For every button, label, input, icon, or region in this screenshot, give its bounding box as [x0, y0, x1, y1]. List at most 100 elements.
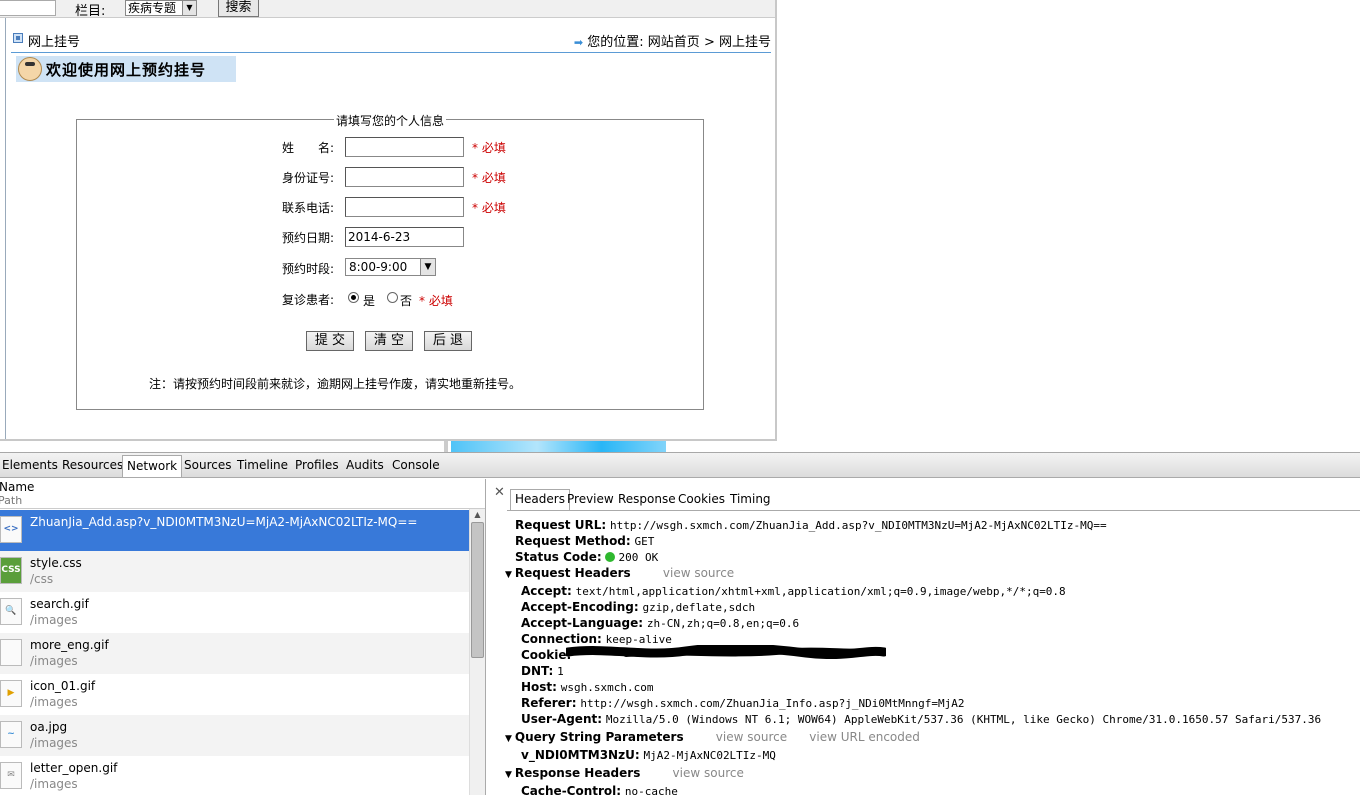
header-value: http://wsgh.sxmch.com/ZhuanJia_Info.asp?… — [580, 697, 965, 710]
tab-headers[interactable]: Headers — [510, 489, 570, 510]
request-row[interactable]: <> ZhuanJia_Add.asp?v_NDI0MTM3NzU=MjA2-M… — [0, 510, 469, 551]
request-headers-section[interactable]: ▼ Request Headers view source — [505, 566, 734, 580]
tab-audits[interactable]: Audits — [346, 458, 384, 472]
header-line: Referer: http://wsgh.sxmch.com/ZhuanJia_… — [521, 696, 964, 710]
revisit-yes-radio[interactable] — [348, 292, 359, 303]
request-details-pane: ✕ Headers Preview Response Cookies Timin… — [487, 479, 1360, 795]
scroll-up-icon[interactable]: ▲ — [470, 509, 485, 521]
tab-resources[interactable]: Resources — [62, 458, 123, 472]
category-select[interactable]: 疾病专题 ▼ — [125, 0, 197, 16]
header-value: Mozilla/5.0 (Windows NT 6.1; WOW64) Appl… — [605, 713, 1322, 726]
search-gif-icon: 🔍 — [0, 598, 22, 625]
tab-console[interactable]: Console — [392, 458, 440, 472]
tab-preview[interactable]: Preview — [567, 492, 614, 506]
date-input[interactable]: 2014-6-23 — [345, 227, 464, 247]
tab-timeline[interactable]: Timeline — [237, 458, 288, 472]
close-icon[interactable]: ✕ — [494, 485, 505, 500]
page-fragment — [444, 441, 448, 452]
left-input-fragment[interactable] — [0, 0, 56, 16]
id-required: * 必填 — [472, 171, 506, 185]
request-name: letter_open.gif — [30, 761, 118, 775]
query-param-line: v_NDI0MTM3NzU: MjA2-MjAxNC02LTIz-MQ — [521, 748, 776, 762]
revisit-yes-label: 是 — [363, 294, 376, 308]
phone-input[interactable] — [345, 197, 464, 217]
header-value: gzip,deflate,sdch — [642, 601, 756, 614]
tab-cookies[interactable]: Cookies — [678, 492, 725, 506]
request-row[interactable]: CSS style.css /css — [0, 551, 469, 592]
request-name: more_eng.gif — [30, 638, 109, 652]
back-button[interactable]: 后 退 — [424, 331, 472, 351]
tab-sources[interactable]: Sources — [184, 458, 231, 472]
request-name: ZhuanJia_Add.asp?v_NDI0MTM3NzU=MjA2-MjAx… — [30, 515, 418, 529]
request-path: /images — [30, 654, 78, 668]
request-row[interactable]: more_eng.gif /images — [0, 633, 469, 674]
devtools-panel: Elements Resources Network Sources Timel… — [0, 452, 1360, 795]
request-url-key: Request URL: — [515, 518, 607, 532]
query-params-section[interactable]: ▼ Query String Parameters view source vie… — [505, 730, 920, 744]
breadcrumb-home-link[interactable]: 网站首页 — [648, 35, 700, 50]
header-line: Connection: keep-alive — [521, 632, 672, 646]
header-value: wsgh.sxmch.com — [560, 681, 654, 694]
tab-network[interactable]: Network — [122, 455, 183, 477]
web-page-viewport: 栏目: 疾病专题 ▼ 搜索 网上挂号 ➡ 您的位置: 网站首页 > 网上挂号 欢… — [0, 0, 777, 441]
css-file-icon: CSS — [0, 557, 22, 584]
request-row[interactable]: ~ oa.jpg /images — [0, 715, 469, 756]
header-value: text/html,application/xhtml+xml,applicat… — [575, 585, 1066, 598]
triangle-down-icon: ▼ — [505, 570, 512, 580]
scrollbar-thumb[interactable] — [471, 522, 484, 658]
background-image-strip — [451, 441, 666, 452]
header-key: Cookie: — [521, 648, 572, 662]
request-name: icon_01.gif — [30, 679, 96, 693]
status-code-value: 200 OK — [618, 551, 659, 564]
category-select-value: 疾病专题 — [128, 1, 177, 15]
tab-divider — [507, 510, 1360, 511]
response-headers-section[interactable]: ▼ Response Headers view source — [505, 766, 744, 780]
section-box-icon — [13, 33, 23, 43]
query-param-key: v_NDI0MTM3NzU: — [521, 748, 640, 762]
name-label: 姓 名: — [282, 141, 335, 155]
response-header-value: no-cache — [624, 785, 678, 795]
tab-response[interactable]: Response — [618, 492, 676, 506]
request-headers-view-source[interactable]: view source — [663, 566, 734, 580]
header-line: DNT: 1 — [521, 664, 564, 678]
id-label: 身份证号: — [282, 171, 335, 185]
header-line: Accept-Encoding: gzip,deflate,sdch — [521, 600, 755, 614]
html-file-icon: <> — [0, 516, 22, 543]
search-button[interactable]: 搜索 — [218, 0, 259, 17]
tab-profiles[interactable]: Profiles — [295, 458, 339, 472]
time-slot-select[interactable]: 8:00-9:00 ▼ — [345, 258, 436, 276]
header-key: Connection: — [521, 632, 602, 646]
cookie-redaction-scribble — [566, 645, 886, 659]
header-line: Accept: text/html,application/xhtml+xml,… — [521, 584, 1066, 598]
header-key: Accept: — [521, 584, 572, 598]
column-name-header[interactable]: Name — [0, 480, 34, 494]
request-name: style.css — [30, 556, 82, 570]
chevron-down-icon: ▼ — [420, 259, 435, 275]
id-number-input[interactable] — [345, 167, 464, 187]
tab-elements[interactable]: Elements — [2, 458, 58, 472]
query-param-value: MjA2-MjAxNC02LTIz-MQ — [643, 749, 776, 762]
clear-button[interactable]: 清 空 — [365, 331, 413, 351]
query-view-url-encoded[interactable]: view URL encoded — [809, 730, 920, 744]
page-title: 网上挂号 — [28, 35, 81, 50]
header-key: DNT: — [521, 664, 554, 678]
tab-timing[interactable]: Timing — [730, 492, 771, 506]
response-view-source[interactable]: view source — [673, 766, 744, 780]
request-list-scrollbar[interactable]: ▲ — [469, 509, 485, 795]
request-row[interactable]: ▶ icon_01.gif /images — [0, 674, 469, 715]
request-row[interactable]: ✉ letter_open.gif /images — [0, 756, 469, 795]
name-input[interactable] — [345, 137, 464, 157]
status-ok-dot-icon — [605, 552, 616, 562]
revisit-no-radio[interactable] — [387, 292, 398, 303]
request-path: /images — [30, 777, 78, 791]
query-view-source[interactable]: view source — [716, 730, 787, 744]
left-divider — [5, 18, 6, 439]
image-file-icon — [0, 639, 22, 666]
triangle-down-icon: ▼ — [505, 770, 512, 780]
response-header-line: Cache-Control: no-cache — [521, 784, 678, 795]
request-name: search.gif — [30, 597, 89, 611]
request-path: /images — [30, 695, 78, 709]
submit-button[interactable]: 提 交 — [306, 331, 354, 351]
request-row[interactable]: 🔍 search.gif /images — [0, 592, 469, 633]
revisit-required: * 必填 — [419, 294, 453, 308]
